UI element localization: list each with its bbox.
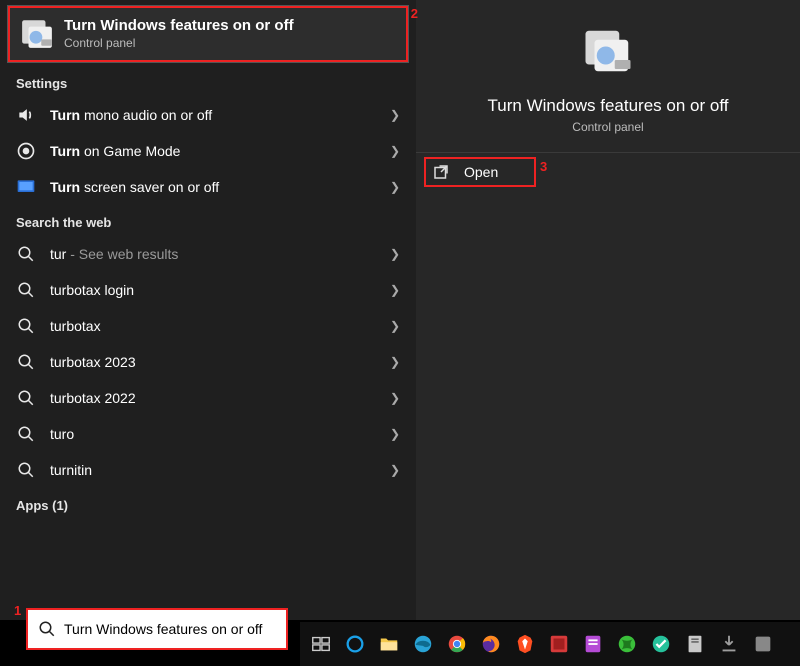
settings-item-text: Turn on Game Mode (50, 143, 382, 159)
taskbar-cortana[interactable] (340, 629, 370, 659)
settings-header: Settings (0, 66, 416, 97)
web-result-item[interactable]: turbotax 2023 ❯ (0, 344, 416, 380)
search-icon (16, 244, 36, 264)
search-input[interactable]: Turn Windows features on or off (26, 608, 288, 650)
preview-subtitle: Control panel (572, 120, 643, 134)
web-result-item[interactable]: turbotax login ❯ (0, 272, 416, 308)
search-icon (16, 316, 36, 336)
settings-item-mono-audio[interactable]: Turn mono audio on or off ❯ (0, 97, 416, 133)
taskbar-firefox[interactable] (476, 629, 506, 659)
settings-item-screensaver[interactable]: Turn screen saver on or off ❯ (0, 169, 416, 205)
taskbar (300, 622, 800, 666)
chevron-right-icon: ❯ (390, 144, 400, 158)
taskbar-snip[interactable] (544, 629, 574, 659)
best-match-texts: Turn Windows features on or off Control … (64, 17, 294, 50)
windows-features-icon (20, 16, 54, 50)
web-result-item[interactable]: turbotax 2022 ❯ (0, 380, 416, 416)
chevron-right-icon: ❯ (390, 355, 400, 369)
chevron-right-icon: ❯ (390, 427, 400, 441)
best-match-title: Turn Windows features on or off (64, 17, 294, 34)
taskbar-xbox[interactable] (612, 629, 642, 659)
open-action[interactable]: Open 3 (416, 153, 800, 191)
results-column: Turn Windows features on or off Control … (0, 0, 416, 620)
chevron-right-icon: ❯ (390, 283, 400, 297)
taskbar-files[interactable] (680, 629, 710, 659)
search-icon (16, 388, 36, 408)
speaker-icon (16, 105, 36, 125)
web-result-text: turbotax login (50, 282, 382, 298)
taskbar-more[interactable] (748, 629, 778, 659)
callout-2: 2 (411, 6, 418, 21)
preview-column: Turn Windows features on or off Control … (416, 0, 800, 620)
chevron-right-icon: ❯ (390, 108, 400, 122)
web-result-text: turbotax 2022 (50, 390, 382, 406)
apps-header: Apps (1) (0, 488, 416, 519)
search-icon (16, 460, 36, 480)
web-result-text: turo (50, 426, 382, 442)
taskbar-wondershare[interactable] (646, 629, 676, 659)
taskbar-file-explorer[interactable] (374, 629, 404, 659)
preview-title: Turn Windows features on or off (488, 96, 729, 116)
callout-3: 3 (540, 159, 547, 174)
best-match-subtitle: Control panel (64, 36, 294, 50)
search-icon (16, 424, 36, 444)
open-label: Open (464, 164, 498, 180)
search-query-text: Turn Windows features on or off (64, 621, 276, 637)
search-icon (38, 620, 56, 638)
search-icon (16, 280, 36, 300)
taskbar-brave[interactable] (510, 629, 540, 659)
chevron-right-icon: ❯ (390, 180, 400, 194)
web-result-text: turbotax (50, 318, 382, 334)
taskbar-edge[interactable] (408, 629, 438, 659)
web-result-item[interactable]: turo ❯ (0, 416, 416, 452)
search-icon (16, 352, 36, 372)
gamemode-icon (16, 141, 36, 161)
web-result-text: turbotax 2023 (50, 354, 382, 370)
settings-item-text: Turn screen saver on or off (50, 179, 382, 195)
taskbar-notes[interactable] (578, 629, 608, 659)
settings-item-text: Turn mono audio on or off (50, 107, 382, 123)
web-result-text: tur - See web results (50, 246, 382, 262)
settings-item-game-mode[interactable]: Turn on Game Mode ❯ (0, 133, 416, 169)
windows-features-large-icon (581, 24, 635, 78)
chevron-right-icon: ❯ (390, 247, 400, 261)
screensaver-icon (16, 177, 36, 197)
callout-1: 1 (14, 603, 21, 618)
chevron-right-icon: ❯ (390, 463, 400, 477)
taskbar-task-view[interactable] (306, 629, 336, 659)
web-result-item[interactable]: tur - See web results ❯ (0, 236, 416, 272)
taskbar-downloads[interactable] (714, 629, 744, 659)
chevron-right-icon: ❯ (390, 391, 400, 405)
preview-header: Turn Windows features on or off Control … (416, 0, 800, 153)
chevron-right-icon: ❯ (390, 319, 400, 333)
web-result-item[interactable]: turnitin ❯ (0, 452, 416, 488)
web-result-item[interactable]: turbotax ❯ (0, 308, 416, 344)
search-panel: Turn Windows features on or off Control … (0, 0, 800, 620)
open-icon (432, 163, 450, 181)
taskbar-chrome[interactable] (442, 629, 472, 659)
web-result-text: turnitin (50, 462, 382, 478)
web-header: Search the web (0, 205, 416, 236)
best-match-item[interactable]: Turn Windows features on or off Control … (8, 6, 408, 62)
